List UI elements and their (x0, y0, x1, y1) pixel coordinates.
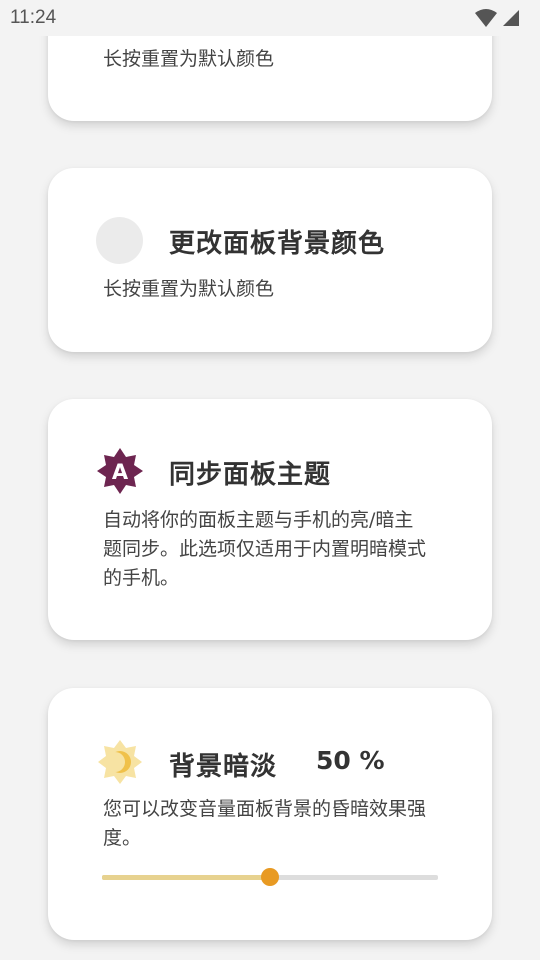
status-bar: 11:24 (0, 0, 540, 36)
wifi-icon (474, 8, 498, 32)
sync-theme-card[interactable]: A 同步面板主题 自动将你的面板主题与手机的亮/暗主题同步。此选项仅适用于内置明… (48, 399, 492, 640)
card-description: 您可以改变音量面板背景的昏暗效果强度。 (103, 798, 427, 849)
auto-theme-icon-letter: A (112, 460, 129, 484)
card-description: 长按重置为默认颜色 (103, 48, 275, 70)
background-dim-card[interactable]: 背景暗淡 50 % 您可以改变音量面板背景的昏暗效果强度。 (48, 688, 492, 940)
dim-percent-value: 50 % (316, 746, 385, 775)
card-title: 更改面板背景颜色 (169, 229, 386, 259)
dim-slider[interactable] (102, 867, 438, 887)
cellular-signal-icon (502, 9, 520, 31)
brightness-icon (96, 738, 144, 786)
slider-thumb[interactable] (261, 868, 279, 886)
status-time: 11:24 (10, 7, 57, 28)
status-icons (474, 8, 520, 32)
card-description: 长按重置为默认颜色 (103, 278, 275, 300)
auto-theme-icon: A (96, 447, 144, 495)
card-title: 背景暗淡 (169, 752, 278, 782)
background-color-card[interactable]: 更改面板背景颜色 长按重置为默认颜色 (48, 168, 492, 352)
card-title: 同步面板主题 (169, 460, 332, 490)
card-description: 自动将你的面板主题与手机的亮/暗主题同步。此选项仅适用于内置明暗模式的手机。 (103, 509, 427, 589)
background-color-swatch[interactable] (96, 217, 143, 264)
slider-fill (102, 875, 270, 880)
